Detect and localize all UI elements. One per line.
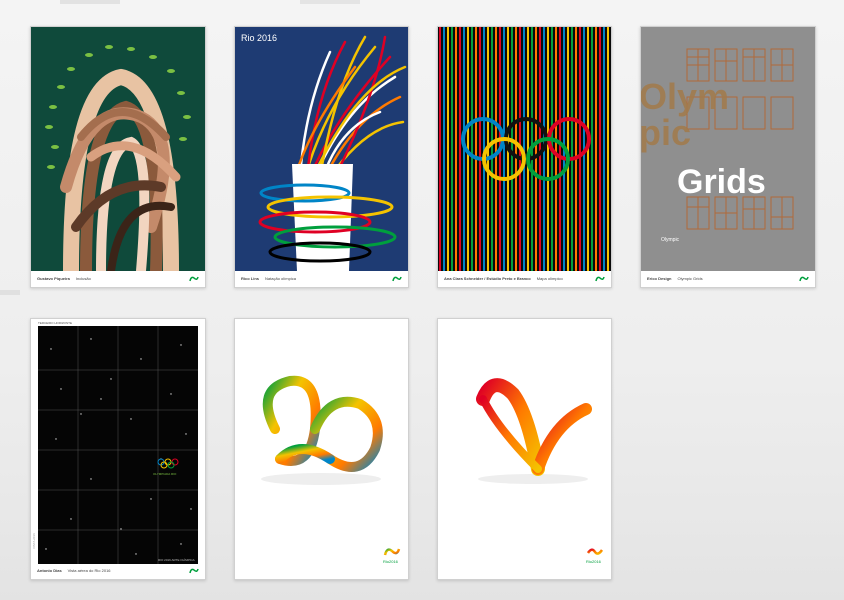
poster-card-1[interactable]: Gustavo Piqueira Inclusão xyxy=(30,26,206,288)
poster-artist: Antonio Dias xyxy=(37,568,62,573)
rio-logo-icon xyxy=(392,276,402,282)
poster-art-1 xyxy=(31,27,205,271)
background-ghost-text xyxy=(0,290,20,295)
rio-logo-icon xyxy=(799,276,809,282)
poster-logo-text: OLYMPIADA RIO xyxy=(153,472,177,476)
poster-caption: Antonio Dias Vista aérea do Rio 2016 xyxy=(37,568,111,573)
poster-top-text: TERCEIRO HORIZONTE xyxy=(38,321,72,325)
poster-caption: Ana Clara Schneider / Estúdio Preto e Br… xyxy=(444,276,563,281)
poster-card-3[interactable]: Ana Clara Schneider / Estúdio Preto e Br… xyxy=(437,26,612,288)
poster-subtitle: Natação olímpica xyxy=(265,276,296,281)
rio-logo-icon xyxy=(595,276,605,282)
poster-big-text: Grids xyxy=(677,163,766,201)
rio-logo-icon xyxy=(189,276,199,282)
poster-art-6: Rio2016 xyxy=(235,319,408,579)
svg-text:Rio2016: Rio2016 xyxy=(586,559,602,564)
poster-artist: Rico Lins xyxy=(241,276,260,281)
poster-artist: Gustavo Piqueira xyxy=(37,276,70,281)
poster-subtitle: Olympic Grids xyxy=(677,276,703,281)
poster-caption: Erico Design Olympic Grids xyxy=(647,276,703,281)
poster-caption xyxy=(444,568,450,573)
poster-card-5[interactable]: OLYMPIADA RIO TERCEIRO HORIZONTE RIO 201… xyxy=(30,318,206,580)
poster-caption xyxy=(241,568,247,573)
poster-side-text: VISTA 2016 xyxy=(32,533,36,549)
poster-bottom-text: RIO 2016 ARTE OLÍMPICA xyxy=(158,558,195,562)
poster-caption: Rico Lins Natação olímpica xyxy=(241,276,296,281)
svg-text:Rio2016: Rio2016 xyxy=(383,559,399,564)
poster-card-7[interactable]: Rio2016 xyxy=(437,318,612,580)
poster-art-5: OLYMPIADA RIO TERCEIRO HORIZONTE RIO 201… xyxy=(31,319,205,565)
poster-heading: Rio 2016 xyxy=(241,33,277,43)
poster-art-3 xyxy=(438,27,611,271)
poster-art-4: Olym pic Grids Olympic xyxy=(641,27,815,271)
poster-subtitle: Vista aérea do Rio 2016 xyxy=(67,568,111,573)
poster-small-text: Olympic xyxy=(661,237,680,243)
poster-art-2: Rio 2016 xyxy=(235,27,408,271)
poster-big-text: Olym xyxy=(641,76,729,117)
poster-big-text: pic xyxy=(641,112,691,153)
poster-artist: Erico Design xyxy=(647,276,672,281)
poster-card-2[interactable]: Rio 2016 Rico Lins Natação olímpica xyxy=(234,26,409,288)
rio-logo-icon xyxy=(189,568,199,574)
poster-card-6[interactable]: Rio2016 xyxy=(234,318,409,580)
poster-art-7: Rio2016 xyxy=(438,319,611,579)
poster-artist: Ana Clara Schneider / Estúdio Preto e Br… xyxy=(444,276,531,281)
background-ghost-text xyxy=(60,0,120,4)
poster-subtitle: Mapa olímpico xyxy=(536,276,563,281)
poster-caption: Gustavo Piqueira Inclusão xyxy=(37,276,91,281)
background-ghost-text xyxy=(300,0,360,4)
poster-subtitle: Inclusão xyxy=(75,276,91,281)
poster-card-4[interactable]: Olym pic Grids Olympic Erico Design Olymp… xyxy=(640,26,816,288)
